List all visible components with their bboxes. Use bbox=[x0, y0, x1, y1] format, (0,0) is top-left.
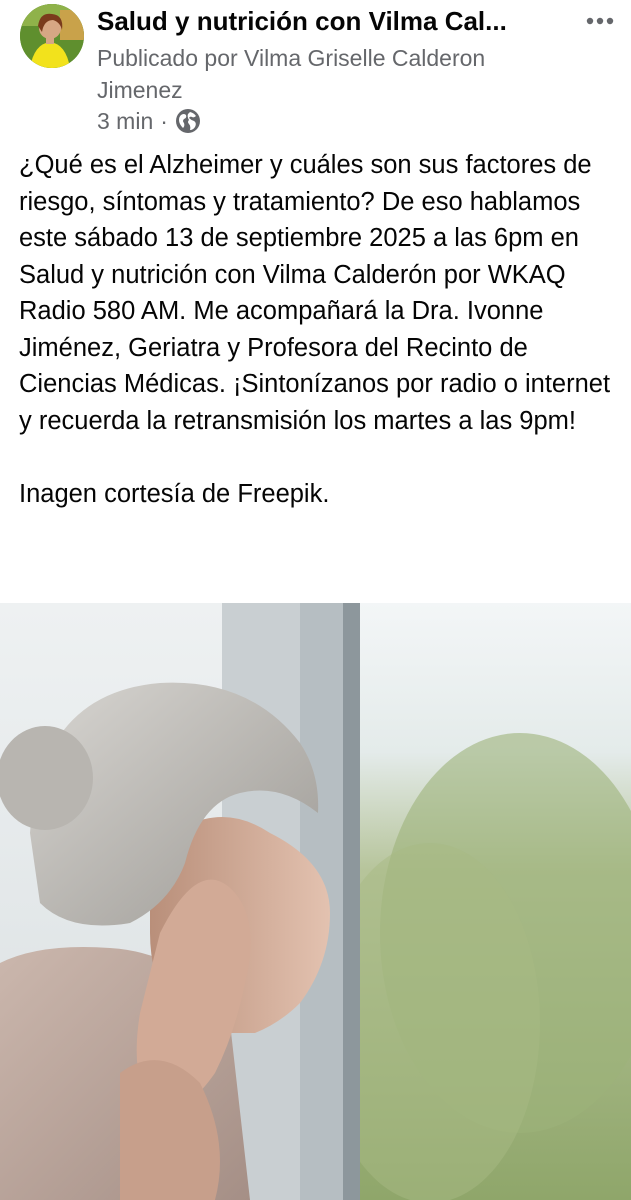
more-horizontal-icon bbox=[586, 17, 614, 25]
avatar-image bbox=[20, 4, 84, 68]
post-body: ¿Qué es el Alzheimer y cuáles son sus fa… bbox=[19, 147, 619, 512]
posted-by-label[interactable]: Publicado por Vilma Griselle Calderon Ji… bbox=[97, 42, 567, 106]
avatar[interactable] bbox=[20, 4, 84, 68]
post-message: ¿Qué es el Alzheimer y cuáles son sus fa… bbox=[19, 151, 611, 435]
meta-separator: · bbox=[160, 107, 168, 134]
globe-icon[interactable] bbox=[175, 108, 201, 134]
post-header: Salud y nutrición con Vilma Cal... Publi… bbox=[0, 0, 631, 140]
elderly-woman-window-photo bbox=[0, 603, 631, 1200]
post-photo[interactable] bbox=[0, 603, 631, 1200]
post-meta: 3 min · bbox=[97, 106, 201, 136]
page-name[interactable]: Salud y nutrición con Vilma Cal... bbox=[97, 4, 567, 38]
more-options-button[interactable] bbox=[580, 6, 620, 36]
image-credit: Inagen cortesía de Freepik. bbox=[19, 479, 330, 508]
post-timestamp[interactable]: 3 min bbox=[97, 108, 153, 135]
